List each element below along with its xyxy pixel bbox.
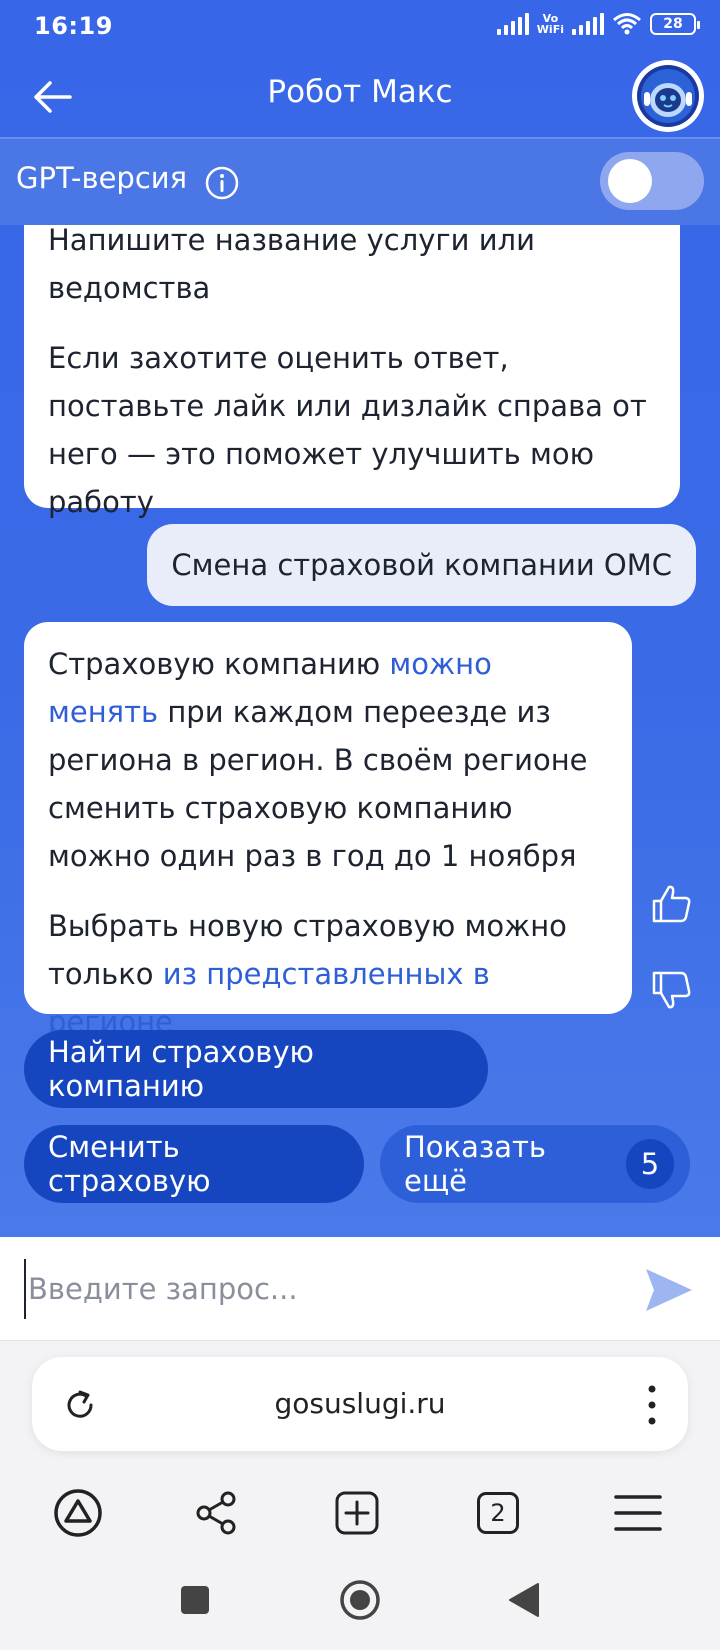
cellular-signal-2-icon: [572, 13, 604, 35]
page-title: Робот Макс: [267, 74, 453, 110]
home-button[interactable]: [330, 1570, 390, 1630]
battery-icon: 28: [650, 13, 700, 35]
info-icon[interactable]: [204, 165, 240, 201]
tabs-button[interactable]: 2: [466, 1481, 530, 1545]
bot-message: Страховую компанию можно менять при кажд…: [24, 622, 632, 1039]
input-bar: [0, 1237, 720, 1341]
share-icon: [196, 1491, 236, 1535]
thumbs-up-icon[interactable]: [650, 882, 694, 926]
bot-message-text: Страховую компанию: [48, 647, 390, 681]
address-bar[interactable]: gosuslugi.ru: [32, 1357, 688, 1451]
change-insurer-button[interactable]: Сменить страховую: [24, 1125, 364, 1203]
alice-assistant-button[interactable]: [46, 1481, 110, 1545]
header: Робот Макс: [0, 56, 720, 138]
status-time: 16:19: [34, 12, 113, 40]
browser-toolbar: 2: [0, 1481, 720, 1561]
browser-menu-button[interactable]: [606, 1481, 670, 1545]
gpt-version-label: GPT-версия: [16, 161, 188, 195]
query-input[interactable]: [24, 1259, 624, 1319]
screen: 16:19 Vo WiFi 28 Робот Макс GPT-версия Н…: [0, 0, 720, 1650]
show-more-label: Показать ещё: [404, 1130, 547, 1198]
home-circle-icon: [340, 1580, 380, 1620]
hamburger-menu-icon: [614, 1495, 662, 1531]
show-more-button[interactable]: Показать ещё 5: [380, 1125, 690, 1203]
send-icon[interactable]: [644, 1267, 694, 1313]
vowifi-icon: Vo WiFi: [536, 12, 564, 36]
battery-level: 28: [663, 16, 683, 32]
alice-icon: [54, 1489, 102, 1537]
bot-message-paragraph: Выбрать новую страховую можно только из …: [48, 902, 608, 1046]
bot-message-text: Если захотите оценить ответ, поставьте л…: [48, 341, 647, 519]
find-insurer-button[interactable]: Найти страховую компанию: [24, 1030, 488, 1108]
wifi-icon: [613, 13, 641, 35]
plus-square-icon: [335, 1491, 379, 1535]
bot-message-paragraph: Страховую компанию можно менять при кажд…: [48, 640, 608, 880]
more-vertical-icon[interactable]: [646, 1383, 658, 1427]
more-count-badge: 5: [625, 1139, 674, 1189]
gpt-version-toggle[interactable]: [600, 152, 704, 210]
thumbs-down-icon[interactable]: [650, 968, 694, 1012]
toggle-knob: [608, 159, 652, 203]
status-bar: 16:19 Vo WiFi 28: [0, 0, 720, 56]
recent-apps-button[interactable]: [165, 1570, 225, 1630]
new-tab-button[interactable]: [325, 1481, 389, 1545]
user-message: Смена страховой компании ОМС: [147, 524, 696, 606]
tabs-count: 2: [477, 1492, 519, 1534]
nav-back-button[interactable]: [494, 1570, 554, 1630]
url-text: gosuslugi.ru: [274, 1387, 446, 1420]
bot-message-text: Напишите название услуги или ведомства: [48, 223, 535, 305]
status-icons: Vo WiFi 28: [496, 12, 700, 36]
share-button[interactable]: [184, 1481, 248, 1545]
system-navbar: [0, 1570, 720, 1650]
robot-avatar[interactable]: [632, 60, 704, 132]
triangle-back-icon: [509, 1583, 539, 1617]
square-icon: [181, 1586, 209, 1614]
bot-message: Напишите название услуги или ведомства Е…: [24, 200, 680, 519]
chat-area[interactable]: 16:19 Vo WiFi 28 Робот Макс GPT-версия Н…: [0, 0, 720, 1237]
cellular-signal-icon: [496, 13, 529, 35]
robot-max-icon: [637, 65, 699, 127]
